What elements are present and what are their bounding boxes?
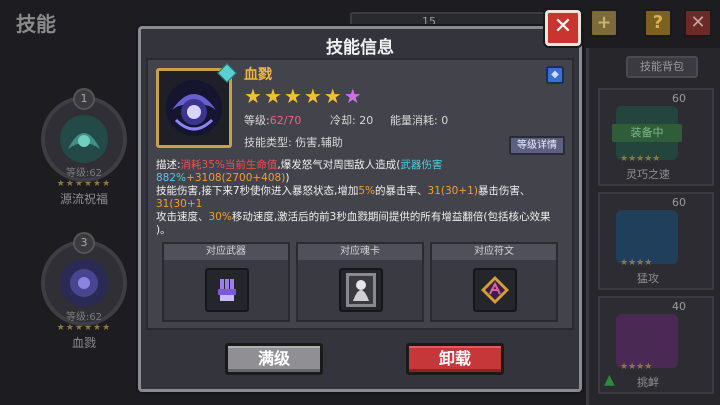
soul-card-icon xyxy=(346,273,376,307)
star-icon: ★ xyxy=(303,84,322,108)
skill-name: 血戮 xyxy=(71,336,96,350)
screen-close-button[interactable]: ✕ xyxy=(684,9,712,37)
desc-text: 暴击伤害、 xyxy=(477,185,531,197)
slot-number-badge: 3 xyxy=(73,232,95,254)
cooldown-stat: 冷却: 20 xyxy=(330,112,373,128)
dialog-title: 技能信息 xyxy=(326,38,394,58)
desc-text: 攻击速度、 xyxy=(156,211,209,223)
rune-icon xyxy=(481,276,509,304)
desc-text: 的暴击率、 xyxy=(375,185,428,197)
skill-level: 等级:62 xyxy=(65,312,103,323)
energy-cost-stat: 能量消耗: 0 xyxy=(390,112,448,128)
skill-description: 描述:消耗35%当前生命值,爆发怒气对周围敌人造成(武器伤害882%+3108(… xyxy=(156,159,564,237)
bag-skill-card[interactable]: 60 装备中 ★★★★★ 灵巧之速 xyxy=(598,88,714,186)
soul-card-slot-box[interactable] xyxy=(339,268,383,312)
energy-value: 0 xyxy=(441,114,449,127)
skill-emblem-icon xyxy=(60,259,108,307)
level-value: 62/70 xyxy=(269,114,302,127)
slot-soul-card[interactable]: 对应魂卡 xyxy=(296,242,424,322)
star-icon: ★ xyxy=(323,84,342,108)
skill-level: 等级:62 xyxy=(65,168,103,179)
card-level: 40 xyxy=(672,300,686,313)
type-value: 伤害,辅助 xyxy=(295,136,343,149)
help-button[interactable]: ? xyxy=(644,9,672,37)
skill-emblem-icon xyxy=(60,115,108,163)
skill-name: 血戮 xyxy=(244,67,272,83)
star-icon: ★ xyxy=(263,84,282,108)
star-icon: ★ xyxy=(343,84,362,108)
dialog-close-button[interactable]: ✕ xyxy=(545,10,581,46)
skill-type: 技能类型: 伤害,辅助 xyxy=(244,134,343,150)
skill-level-stat: 等级:62/70 xyxy=(244,112,301,128)
level-label: 等级: xyxy=(244,114,270,127)
max-level-button[interactable]: 满级 xyxy=(225,343,323,375)
desc-highlight: +3108(2700+408) xyxy=(186,172,286,184)
desc-highlight: 5% xyxy=(358,185,376,197)
bag-skill-card[interactable]: 40 ★★★★ 挑衅 xyxy=(598,296,714,394)
skill-name: 源流祝福 xyxy=(59,192,108,206)
card-stars: ★★★★ xyxy=(620,362,653,372)
skill-star-rating: ★ ★ ★ ★ ★ ★ xyxy=(244,86,362,106)
type-label: 技能类型: xyxy=(244,136,292,149)
equipped-skill-3[interactable]: 3 等级:62 ★★★★★★ 血戮 xyxy=(32,232,136,351)
card-name: 猛攻 xyxy=(637,272,659,285)
upgrade-arrow-icon: ▲ xyxy=(604,372,615,388)
star-icon: ★ xyxy=(283,84,302,108)
equipped-badge: 装备中 xyxy=(612,124,682,142)
equipped-skill-1[interactable]: 1 等级:62 ★★★★★★ 源流祝福 xyxy=(32,88,136,207)
card-name: 挑衅 xyxy=(637,376,659,389)
card-level: 60 xyxy=(672,196,686,209)
skill-bag-tab[interactable]: 技能背包 xyxy=(626,56,698,78)
desc-highlight: 30% xyxy=(208,211,232,223)
slot-rune[interactable]: 对应符文 xyxy=(430,242,558,322)
skill-art-icon xyxy=(616,314,678,368)
cooldown-value: 20 xyxy=(359,114,374,127)
slot-number-badge: 1 xyxy=(73,88,95,110)
shield-icon[interactable]: ◆ xyxy=(546,66,564,84)
desc-text: 移动速度,激活后的前3秒血戮期间提供的所有增益翻倍(包括核心效果 xyxy=(231,211,551,223)
desc-text: ) xyxy=(285,172,290,184)
slot-label: 对应武器 xyxy=(164,244,288,260)
screen-title: 技能 xyxy=(16,12,56,36)
slot-label: 对应魂卡 xyxy=(298,244,422,260)
skill-art-icon xyxy=(616,210,678,264)
weapon-icon xyxy=(218,279,236,301)
energy-label: 能量消耗: xyxy=(390,114,438,127)
skill-portrait[interactable] xyxy=(156,68,232,148)
star-icon: ★ xyxy=(244,84,262,108)
unload-button[interactable]: 卸载 xyxy=(406,343,504,375)
desc-text: 技能伤害,接下来7秒使你进入暴怒状态,增加 xyxy=(156,185,359,197)
desc-highlight: 消耗35%当前生命值 xyxy=(180,159,278,171)
card-stars: ★★★★ xyxy=(620,258,653,268)
bag-skill-card[interactable]: 60 ★★★★ 猛攻 xyxy=(598,192,714,290)
card-name: 灵巧之速 xyxy=(626,168,670,181)
desc-highlight: 31(30+1 xyxy=(156,198,203,210)
slot-weapon[interactable]: 对应武器 xyxy=(162,242,290,322)
card-stars: ★★★★★ xyxy=(620,154,661,164)
weapon-slot-box[interactable] xyxy=(205,268,249,312)
card-level: 60 xyxy=(672,92,686,105)
desc-text: 描述: xyxy=(156,159,181,171)
desc-text: ,爆发怒气对周围敌人造成( xyxy=(277,159,401,171)
desc-text: )。 xyxy=(156,224,171,236)
add-currency-button[interactable]: + xyxy=(590,9,618,37)
cooldown-label: 冷却: xyxy=(330,114,356,127)
blood-slaughter-icon xyxy=(166,80,222,136)
level-details-button[interactable]: 等级详情 xyxy=(509,136,565,155)
rune-slot-box[interactable] xyxy=(473,268,517,312)
slot-label: 对应符文 xyxy=(432,244,556,260)
desc-highlight: 31(30+1) xyxy=(427,185,478,197)
